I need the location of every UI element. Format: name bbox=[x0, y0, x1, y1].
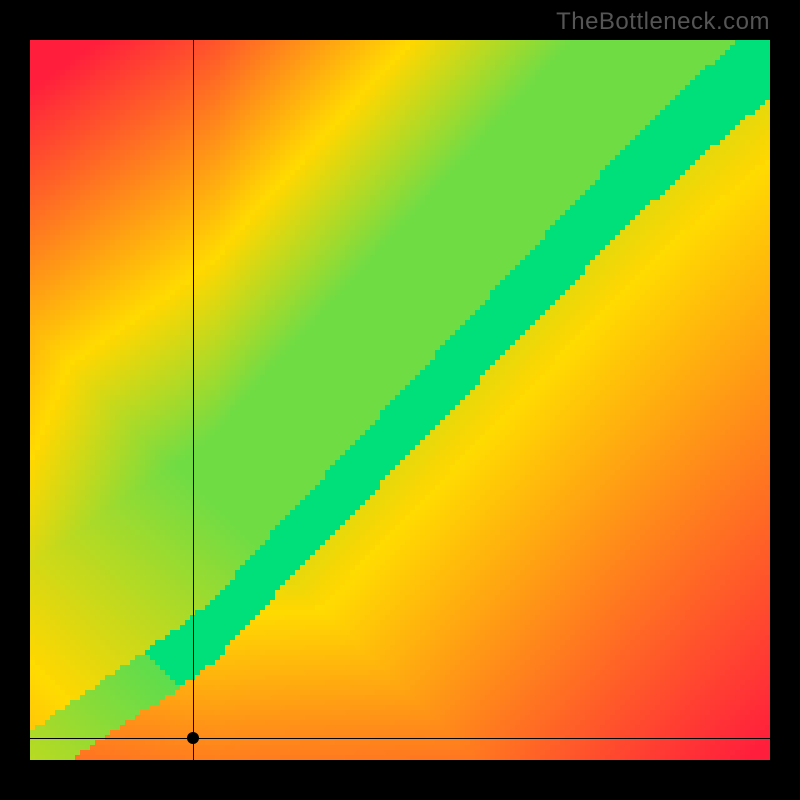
heatmap-plot bbox=[30, 40, 770, 760]
heatmap-canvas bbox=[30, 40, 770, 760]
chart-frame: TheBottleneck.com bbox=[0, 0, 800, 800]
crosshair-horizontal bbox=[30, 738, 770, 739]
crosshair-vertical bbox=[193, 40, 194, 760]
watermark-text: TheBottleneck.com bbox=[556, 8, 770, 36]
selection-marker-dot bbox=[187, 732, 199, 744]
